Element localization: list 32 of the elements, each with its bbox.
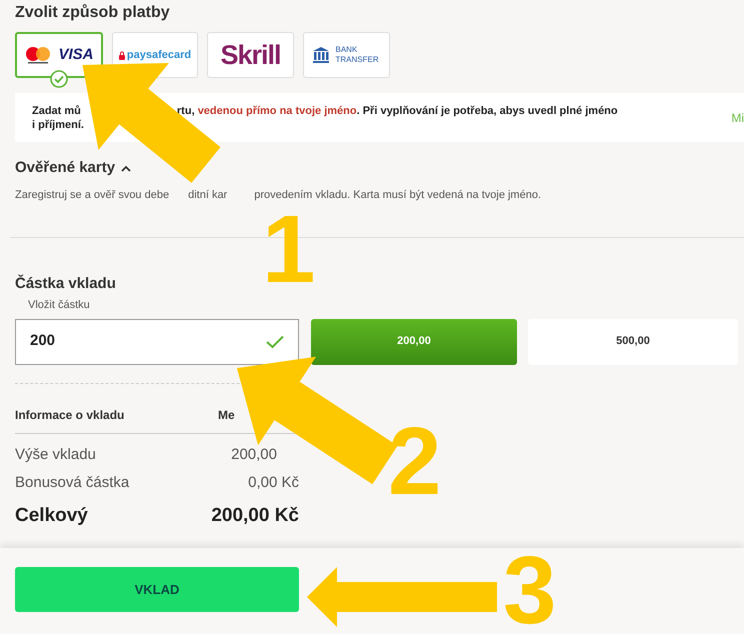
- bank-icon: [312, 46, 330, 64]
- field-label: Vložit částku: [28, 298, 91, 313]
- notice-text: i příjmení.: [32, 118, 84, 132]
- notice-text: Zadat mů: [32, 104, 81, 118]
- lock-icon: [118, 50, 125, 60]
- payment-option[interactable]: VISA: [15, 32, 103, 78]
- check-badge-icon: [50, 70, 68, 88]
- section-title: Částka vkladu: [15, 274, 117, 294]
- description-text: provedením vkladu. Karta musí být vedená na tvoje jméno.: [254, 188, 542, 202]
- section-title: Ověřené karty: [15, 158, 116, 178]
- deposit-button[interactable]: VKLAD: [15, 567, 299, 612]
- payment-option[interactable]: BANK TRANSFER: [303, 32, 390, 78]
- caret-icon[interactable]: [121, 164, 132, 172]
- amount-field[interactable]: 200: [15, 318, 299, 364]
- row-value: 0,00 Kč: [248, 473, 299, 494]
- column-header: Me: [218, 406, 235, 424]
- callout-number: 1: [262, 202, 316, 298]
- column-header: Informace o vkladu: [15, 406, 124, 424]
- callout-number: 3: [503, 543, 556, 634]
- payment-option[interactable]: Skrill: [207, 32, 294, 78]
- description-text: Zaregistruj se a ověř svou debe: [15, 188, 170, 202]
- row-label: Celkový: [15, 504, 88, 528]
- row-value: 200,00 Kč: [211, 504, 299, 528]
- section-title: Zvolit způsob platby: [15, 3, 171, 23]
- amount-preset-button[interactable]: 500,00: [528, 318, 738, 364]
- row-value: 200,00: [231, 445, 277, 466]
- description-text: ditní kar: [188, 188, 228, 202]
- notice-text: rtu, vedenou přímo na tvoje jméno. Při vyplňování je potřeba, abys uvedl plné jméno: [176, 104, 618, 118]
- card-logo-icon: [24, 46, 52, 64]
- callout-number: 2: [388, 414, 442, 510]
- row-label: Výše vkladu: [15, 445, 96, 466]
- row-label: Bonusová částka: [15, 473, 130, 494]
